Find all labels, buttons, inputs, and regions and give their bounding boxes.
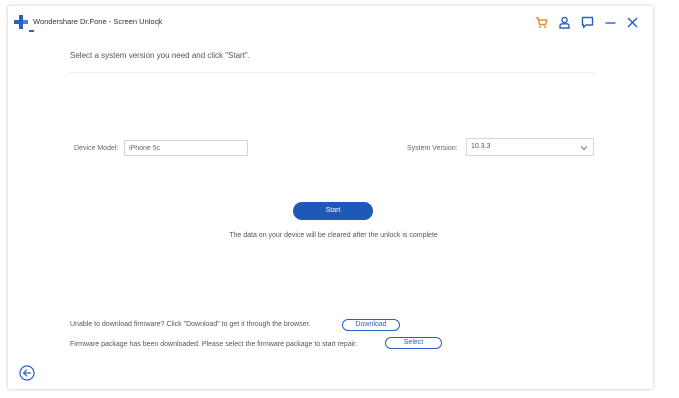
back-arrow-icon[interactable] bbox=[19, 365, 35, 381]
window-title: Wondershare Dr.Fone - Screen Unlock bbox=[33, 17, 163, 26]
feedback-icon[interactable] bbox=[581, 16, 594, 29]
title-bar: Wondershare Dr.Fone - Screen Unlock bbox=[8, 6, 653, 36]
chevron-down-icon bbox=[580, 146, 588, 151]
cart-icon[interactable] bbox=[535, 16, 548, 29]
start-button[interactable]: Start bbox=[293, 202, 373, 220]
device-model-label: Device Model: bbox=[74, 145, 119, 152]
select-button[interactable]: Select bbox=[385, 337, 442, 349]
system-version-label: System Version: bbox=[407, 145, 458, 152]
select-note: Firmware package has been downloaded. Pl… bbox=[70, 341, 358, 348]
device-model-field[interactable] bbox=[124, 140, 248, 156]
title-indicator bbox=[29, 30, 34, 32]
minimize-icon[interactable] bbox=[604, 16, 617, 29]
divider bbox=[70, 72, 595, 73]
instruction-text: Select a system version you need and cli… bbox=[70, 51, 250, 60]
close-icon[interactable] bbox=[626, 16, 639, 29]
drfone-logo-icon bbox=[14, 15, 28, 29]
system-version-select[interactable]: 10.3.3 bbox=[466, 138, 594, 156]
title-divider bbox=[158, 19, 159, 27]
download-note: Unable to download firmware? Click "Down… bbox=[70, 321, 311, 328]
app-window: Wondershare Dr.Fone - Screen Unlock Sele… bbox=[8, 6, 653, 389]
user-icon[interactable] bbox=[558, 16, 571, 29]
data-warning-text: The data on your device will be cleared … bbox=[229, 232, 438, 239]
download-button[interactable]: Download bbox=[342, 319, 400, 331]
system-version-value: 10.3.3 bbox=[471, 143, 491, 150]
